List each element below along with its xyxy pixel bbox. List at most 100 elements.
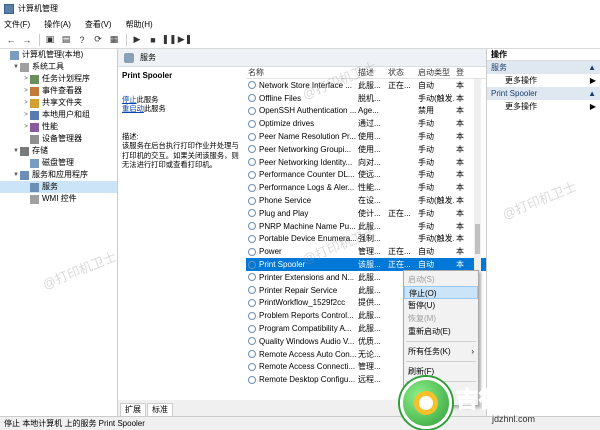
pause-icon[interactable]: ❚❚ — [161, 33, 176, 47]
menu-item[interactable]: 文件(F) — [4, 19, 30, 30]
table-row[interactable]: Network Store Interface ... 此服... 正在... 自动 本 — [246, 79, 486, 92]
view-tab[interactable]: 扩展 — [120, 403, 146, 416]
tree-item[interactable]: > 事件查看器 — [0, 85, 117, 97]
up-icon[interactable]: ▣ — [43, 33, 57, 47]
help-icon[interactable]: ? — [75, 33, 89, 47]
actions-section-services[interactable]: 服务 ▲ — [487, 61, 600, 74]
column-header[interactable]: 名称 — [246, 67, 356, 78]
submenu-arrow-icon: ▶ — [589, 76, 596, 85]
gear-icon — [248, 170, 256, 179]
column-header[interactable]: 状态 — [386, 67, 416, 78]
service-name: Phone Service — [259, 196, 312, 206]
refresh-icon[interactable]: ⟳ — [91, 33, 105, 47]
tree-item[interactable]: ▼ 系统工具 — [0, 61, 117, 73]
column-header[interactable]: 启动类型 — [416, 67, 454, 78]
table-row[interactable]: Power 管理... 正在... 自动 本 — [246, 245, 486, 258]
table-row[interactable]: Peer Networking Identity... 向对... 手动 本 — [246, 156, 486, 169]
restart-suffix: 此服务 — [143, 104, 166, 113]
more-actions-print-spooler[interactable]: 更多操作 ▶ — [487, 100, 600, 113]
table-row[interactable]: Peer Networking Groupi... 使用... 手动 本 — [246, 143, 486, 156]
gear-icon — [248, 132, 256, 141]
tree-node-icon — [30, 134, 39, 144]
expand-arrow-icon[interactable]: ▼ — [12, 145, 20, 157]
tree-item[interactable]: ▼ 存储 — [0, 145, 117, 157]
stop-icon[interactable]: ■ — [146, 33, 160, 47]
tree-item[interactable]: 服务 — [0, 181, 117, 193]
context-menu-item[interactable]: 启动(S) — [404, 273, 478, 286]
stop-service-link[interactable]: 停止 — [122, 95, 137, 104]
menu-item[interactable]: 帮助(H) — [126, 19, 153, 30]
column-header[interactable]: 描述 — [356, 67, 386, 78]
more-actions-services[interactable]: 更多操作 ▶ — [487, 74, 600, 87]
menu-item[interactable]: 查看(V) — [85, 19, 112, 30]
column-header[interactable]: 登 — [454, 67, 486, 78]
context-menu-item[interactable]: 恢复(M) — [404, 312, 478, 325]
service-name-cell: Optimize drives — [246, 119, 356, 128]
view-tab[interactable]: 标准 — [147, 403, 173, 416]
table-row[interactable]: PNRP Machine Name Pu... 此服... 手动 本 — [246, 220, 486, 233]
context-menu-item[interactable]: 重新启动(E) — [404, 325, 478, 338]
tree-item[interactable]: > 共享文件夹 — [0, 97, 117, 109]
service-name-cell: Remote Access Auto Con... — [246, 350, 356, 359]
context-menu-item[interactable]: 所有任务(K) › — [404, 345, 478, 358]
service-desc: 优质... — [358, 336, 381, 346]
tree-item[interactable]: > 性能 — [0, 121, 117, 133]
context-menu-label: 所有任务(K) — [408, 347, 451, 356]
expand-arrow-icon[interactable]: > — [22, 73, 30, 85]
tree-item[interactable]: > 本地用户和组 — [0, 109, 117, 121]
tree-node-icon — [30, 122, 39, 132]
expand-arrow-icon[interactable]: ▼ — [12, 169, 20, 181]
table-row[interactable]: Peer Name Resolution Pr... 使用... 手动 本 — [246, 130, 486, 143]
service-name-cell: Remote Desktop Configu... — [246, 375, 356, 384]
gear-icon — [248, 311, 256, 320]
expand-arrow-icon[interactable]: ▼ — [12, 61, 20, 73]
play-icon[interactable]: ▶ — [130, 33, 144, 47]
tree-item[interactable]: 设备管理器 — [0, 133, 117, 145]
expand-arrow-icon[interactable]: > — [22, 97, 30, 109]
service-startup: 手动 — [418, 157, 434, 167]
table-row[interactable]: OpenSSH Authentication ... Age... 禁用 本 — [246, 105, 486, 118]
tree-item[interactable]: WMI 控件 — [0, 193, 117, 205]
service-logon: 本 — [456, 170, 464, 180]
expand-arrow-icon[interactable]: > — [22, 85, 30, 97]
restart-service-link[interactable]: 重启动 — [122, 104, 144, 113]
tree-item[interactable]: ▼ 服务和应用程序 — [0, 169, 117, 181]
actions-section-print-spooler[interactable]: Print Spooler ▲ — [487, 87, 600, 100]
context-menu-item[interactable]: 暂停(U) — [404, 299, 478, 312]
service-desc: 性能... — [358, 183, 381, 193]
service-name: Peer Networking Groupi... — [259, 144, 352, 154]
service-logon: 本 — [456, 157, 464, 167]
table-row[interactable]: Optimize drives 通过... 手动 本 — [246, 117, 486, 130]
scroll-thumb[interactable] — [475, 224, 480, 254]
table-row[interactable]: Portable Device Enumera...强制... 手动(触发...本 — [246, 233, 486, 246]
tree-item[interactable]: 计算机管理(本地) — [0, 49, 117, 61]
table-row[interactable]: Performance Counter DL... 使远... 手动 本 — [246, 169, 486, 182]
back-icon[interactable]: ← — [4, 33, 18, 47]
restart-icon[interactable]: ▶❚ — [178, 33, 192, 47]
menu-item[interactable]: 操作(A) — [44, 19, 71, 30]
service-startup: 手动 — [418, 119, 434, 129]
expand-arrow-icon[interactable]: > — [22, 121, 30, 133]
actions-section-label: Print Spooler — [491, 89, 538, 98]
context-menu-item[interactable]: 停止(O) — [404, 286, 478, 299]
gear-icon — [248, 350, 256, 359]
export-icon[interactable]: ▦ — [107, 33, 121, 47]
service-startup: 自动 — [418, 247, 434, 257]
table-row[interactable]: Phone Service 在设... 手动(触发...本 — [246, 194, 486, 207]
table-row[interactable]: Performance Logs & Aler... 性能... 手动 本 — [246, 181, 486, 194]
services-icon — [124, 52, 134, 63]
table-row[interactable]: Offline Files 脱机... 手动(触发...本 — [246, 92, 486, 105]
service-startup: 自动 — [418, 260, 434, 270]
tree-item[interactable]: > 任务计划程序 — [0, 73, 117, 85]
description-text: 该服务在后台执行打印作业并处理与打印机的交互。如果关闭该服务，则无法进行打印或查… — [122, 141, 239, 169]
context-menu-label: 暂停(U) — [408, 301, 436, 310]
tree-item[interactable]: 磁盘管理 — [0, 157, 117, 169]
gear-icon — [248, 286, 256, 295]
service-name-cell: Peer Name Resolution Pr... — [246, 132, 356, 141]
service-name: Offline Files — [259, 93, 302, 103]
properties-icon[interactable]: ▤ — [59, 33, 73, 47]
expand-arrow-icon[interactable]: > — [22, 109, 30, 121]
table-row[interactable]: Plug and Play 使计... 正在... 手动 本 — [246, 207, 486, 220]
forward-icon[interactable]: → — [20, 33, 34, 47]
gear-icon — [248, 362, 256, 371]
